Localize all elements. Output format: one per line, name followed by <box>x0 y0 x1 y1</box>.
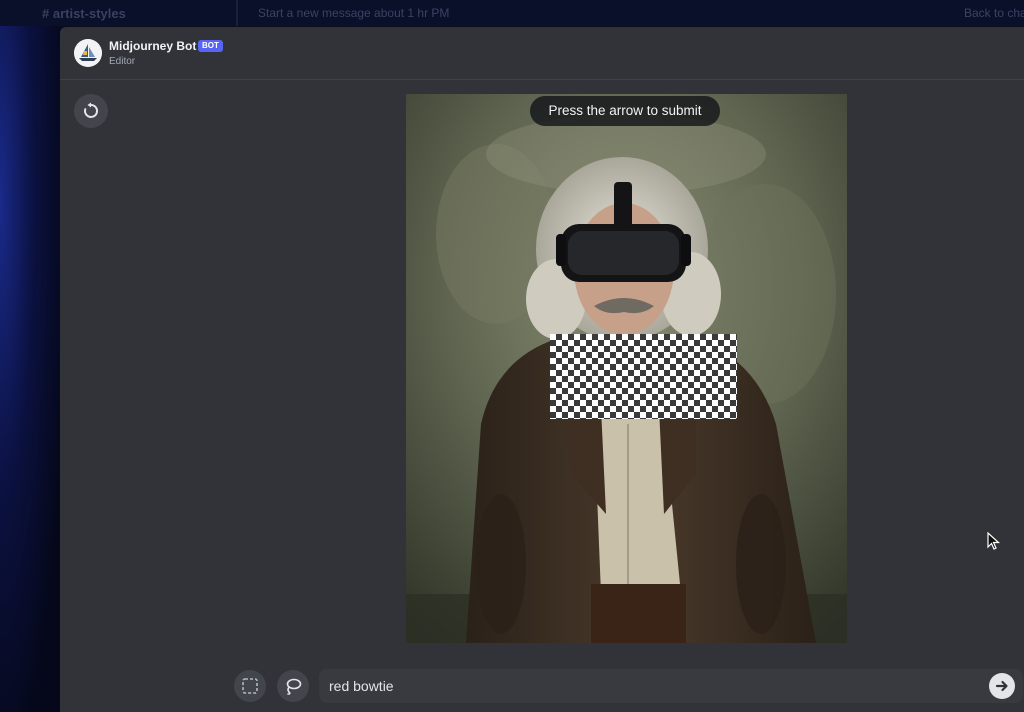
lasso-select-icon <box>286 678 302 695</box>
lasso-select-button[interactable] <box>277 670 309 702</box>
rectangle-select-button[interactable] <box>234 670 266 702</box>
submit-button[interactable] <box>989 673 1015 699</box>
prompt-box <box>319 669 1023 703</box>
inpaint-mask-selection[interactable] <box>550 334 737 419</box>
modal-header: Midjourney Bot BOT Editor <box>60 27 1024 80</box>
bot-avatar[interactable] <box>74 39 102 67</box>
prompt-input[interactable] <box>319 669 989 703</box>
background-top-bar <box>0 0 1024 26</box>
background-top-right-text: Back to chat <box>964 6 1024 20</box>
bot-badge: BOT <box>198 40 223 52</box>
undo-icon <box>84 102 98 118</box>
edited-image[interactable]: Press the arrow to submit <box>406 94 847 643</box>
background-sidebar <box>0 0 60 712</box>
editor-subtitle: Editor <box>109 56 136 67</box>
submit-hint-tooltip: Press the arrow to submit <box>530 96 720 126</box>
background-top-text: Start a new message about 1 hr PM <box>258 6 450 20</box>
editor-modal: Midjourney Bot BOT Editor Press the arro… <box>60 27 1024 712</box>
bot-name[interactable]: Midjourney Bot <box>109 39 196 53</box>
arrow-right-icon <box>995 680 1008 692</box>
undo-button[interactable] <box>74 94 108 128</box>
background-channel-name: # artist-styles <box>42 6 126 21</box>
rectangle-select-icon <box>242 678 258 694</box>
mouse-cursor-icon <box>987 531 1001 557</box>
background-divider <box>236 0 238 26</box>
